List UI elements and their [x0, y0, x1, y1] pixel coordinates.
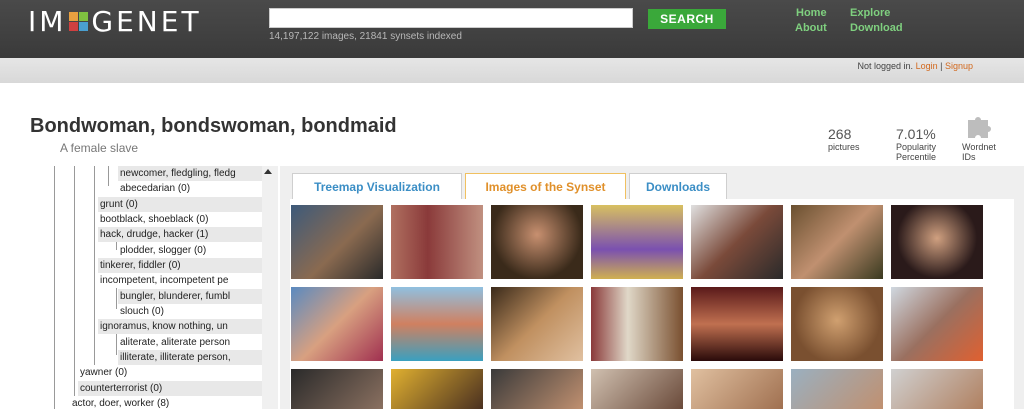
- imagenet-logo[interactable]: IM GENET: [28, 4, 202, 38]
- tree-item[interactable]: abecedarian (0): [118, 181, 264, 196]
- nav-about-link[interactable]: About: [795, 22, 827, 34]
- index-stats: 14,197,122 images, 21841 synsets indexed: [269, 31, 462, 42]
- tree-item[interactable]: slouch (0): [118, 304, 264, 319]
- synset-gloss: A female slave: [60, 141, 139, 155]
- synset-image[interactable]: [291, 205, 383, 279]
- synset-image[interactable]: [891, 287, 983, 361]
- nav-home-link[interactable]: Home: [796, 7, 827, 19]
- logo-text-right: GENET: [91, 4, 202, 38]
- synset-image[interactable]: [391, 369, 483, 409]
- tree-line: [54, 166, 55, 409]
- tree-item[interactable]: bungler, blunderer, fumbl: [118, 289, 264, 304]
- popularity-label: Popularity Percentile: [896, 142, 937, 162]
- synset-image[interactable]: [591, 369, 683, 409]
- login-status-text: Not logged in.: [857, 61, 914, 71]
- tree-line: [108, 166, 109, 186]
- tree-line: [74, 166, 75, 409]
- tab-treemap[interactable]: Treemap Visualization: [292, 173, 462, 199]
- popularity-stat: 7.01% Popularity Percentile: [896, 126, 950, 162]
- login-status: Not logged in. Login | Signup: [858, 61, 974, 71]
- synset-image[interactable]: [291, 369, 383, 409]
- popularity-value: 7.01%: [896, 126, 936, 142]
- puzzle-icon[interactable]: [964, 114, 994, 140]
- wordnet-stat[interactable]: Wordnet IDs: [962, 142, 1006, 162]
- synset-image[interactable]: [691, 369, 783, 409]
- synset-tree: newcomer, fledgling, fledg abecedarian (…: [30, 166, 278, 409]
- synset-image[interactable]: [791, 287, 883, 361]
- tree-item[interactable]: counterterrorist (0): [78, 381, 264, 396]
- synset-image[interactable]: [891, 205, 983, 279]
- tree-line: [94, 166, 95, 376]
- scroll-up-arrow-icon[interactable]: [264, 169, 272, 174]
- tree-item[interactable]: yawner (0): [78, 365, 264, 380]
- synset-image[interactable]: [891, 369, 983, 409]
- synset-image[interactable]: [391, 205, 483, 279]
- synset-image[interactable]: [791, 369, 883, 409]
- page-title: Bondwoman, bondswoman, bondmaid: [30, 115, 397, 137]
- synset-image[interactable]: [391, 287, 483, 361]
- login-link[interactable]: Login: [916, 61, 938, 71]
- login-separator: |: [940, 61, 943, 71]
- wordnet-label: Wordnet IDs: [962, 142, 996, 162]
- tree-item[interactable]: plodder, slogger (0): [118, 243, 264, 258]
- tab-images[interactable]: Images of the Synset: [465, 173, 626, 199]
- signup-link[interactable]: Signup: [945, 61, 973, 71]
- synset-image[interactable]: [691, 205, 783, 279]
- tree-item[interactable]: illiterate, illiterate person,: [118, 350, 264, 365]
- search-input[interactable]: [269, 8, 633, 28]
- pictures-count: 268: [828, 126, 852, 142]
- tree-scrollbar[interactable]: [262, 166, 278, 409]
- synset-image[interactable]: [491, 287, 583, 361]
- synset-image[interactable]: [291, 287, 383, 361]
- synset-image[interactable]: [591, 287, 683, 361]
- pictures-stat: 268 pictures: [828, 126, 860, 152]
- tree-item[interactable]: newcomer, fledgling, fledg: [118, 166, 264, 181]
- tree-item[interactable]: ignoramus, know nothing, un: [98, 319, 264, 334]
- tree-item[interactable]: bootblack, shoeblack (0): [98, 212, 264, 227]
- nav-explore-link[interactable]: Explore: [850, 7, 890, 19]
- tree-item[interactable]: grunt (0): [98, 197, 264, 212]
- tree-item[interactable]: actor, doer, worker (8): [70, 396, 264, 409]
- tree-item[interactable]: incompetent, incompetent pe: [98, 273, 264, 288]
- tree-item[interactable]: aliterate, aliterate person: [118, 335, 264, 350]
- top-header: IM GENET SEARCH 14,197,122 images, 21841…: [0, 0, 1024, 58]
- synset-image[interactable]: [691, 287, 783, 361]
- search-button[interactable]: SEARCH: [648, 9, 726, 29]
- synset-image[interactable]: [491, 205, 583, 279]
- tab-downloads[interactable]: Downloads: [629, 173, 727, 199]
- pictures-label: pictures: [828, 142, 860, 152]
- nav-download-link[interactable]: Download: [850, 22, 903, 34]
- synset-image[interactable]: [591, 205, 683, 279]
- tree-item[interactable]: hack, drudge, hacker (1): [98, 227, 264, 242]
- synset-image[interactable]: [491, 369, 583, 409]
- synset-image[interactable]: [791, 205, 883, 279]
- logo-mark-icon: [69, 11, 89, 31]
- tree-item[interactable]: tinkerer, fiddler (0): [98, 258, 264, 273]
- logo-text-left: IM: [28, 4, 67, 38]
